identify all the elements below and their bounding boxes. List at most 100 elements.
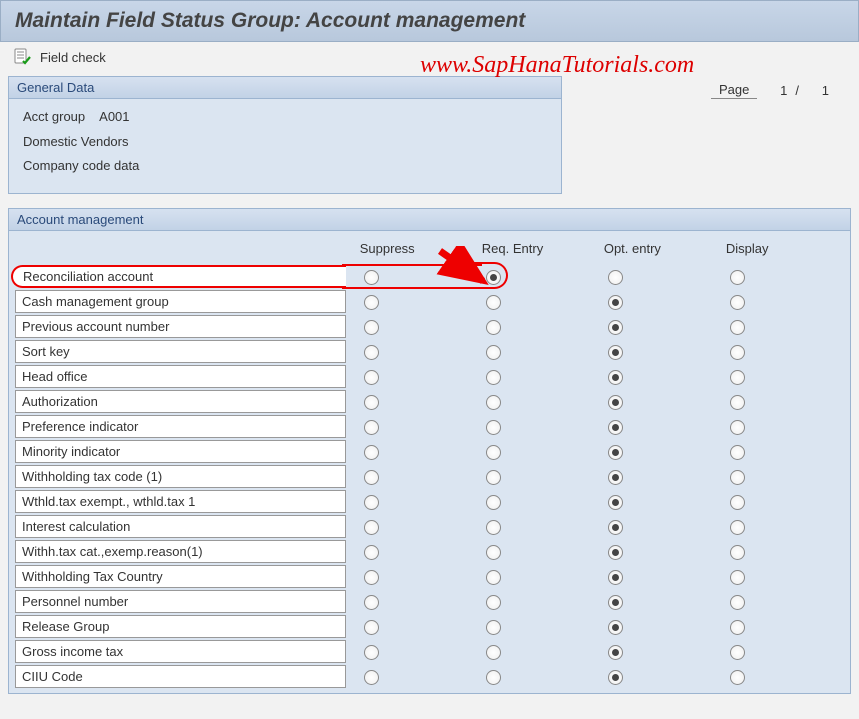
radio-suppress[interactable]	[364, 520, 379, 535]
col-opt-entry: Opt. entry	[600, 235, 722, 264]
col-req-entry: Req. Entry	[478, 235, 600, 264]
radio-req[interactable]	[486, 470, 501, 485]
radio-suppress[interactable]	[364, 570, 379, 585]
toolbar: Field check	[0, 42, 859, 72]
radio-display[interactable]	[730, 470, 745, 485]
field-label: Withh.tax cat.,exemp.reason(1)	[15, 540, 346, 563]
table-row: Previous account number	[15, 314, 844, 339]
radio-suppress[interactable]	[364, 295, 379, 310]
radio-req[interactable]	[486, 295, 501, 310]
radio-display[interactable]	[730, 270, 745, 285]
radio-opt[interactable]	[608, 295, 623, 310]
radio-opt[interactable]	[608, 520, 623, 535]
table-row: Release Group	[15, 614, 844, 639]
radio-suppress[interactable]	[364, 545, 379, 560]
radio-opt[interactable]	[608, 645, 623, 660]
radio-req[interactable]	[486, 520, 501, 535]
page-title: Maintain Field Status Group: Account man…	[0, 0, 859, 42]
radio-opt[interactable]	[608, 670, 623, 685]
radio-opt[interactable]	[608, 595, 623, 610]
radio-req[interactable]	[486, 395, 501, 410]
radio-req[interactable]	[486, 620, 501, 635]
radio-opt[interactable]	[608, 395, 623, 410]
radio-req[interactable]	[486, 370, 501, 385]
acct-group-value: A001	[99, 105, 129, 130]
radio-opt[interactable]	[608, 320, 623, 335]
field-label: Gross income tax	[15, 640, 346, 663]
field-label: Wthld.tax exempt., wthld.tax 1	[15, 490, 346, 513]
radio-opt[interactable]	[608, 620, 623, 635]
radio-opt[interactable]	[608, 370, 623, 385]
radio-display[interactable]	[730, 420, 745, 435]
field-label: Withholding tax code (1)	[15, 465, 346, 488]
table-row: Wthld.tax exempt., wthld.tax 1	[15, 489, 844, 514]
radio-opt[interactable]	[608, 445, 623, 460]
field-label: Head office	[15, 365, 346, 388]
radio-suppress[interactable]	[364, 395, 379, 410]
radio-req[interactable]	[486, 445, 501, 460]
acct-group-label: Acct group	[23, 105, 85, 130]
radio-req[interactable]	[486, 320, 501, 335]
radio-display[interactable]	[730, 645, 745, 660]
account-management-header: Account management	[9, 209, 850, 231]
radio-req[interactable]	[486, 645, 501, 660]
radio-display[interactable]	[730, 445, 745, 460]
table-row: Sort key	[15, 339, 844, 364]
table-row: Head office	[15, 364, 844, 389]
field-status-table: Suppress Req. Entry Opt. entry Display R…	[15, 235, 844, 689]
radio-req[interactable]	[486, 270, 501, 285]
radio-suppress[interactable]	[364, 420, 379, 435]
radio-opt[interactable]	[608, 470, 623, 485]
table-row: Personnel number	[15, 589, 844, 614]
page-current: 1	[765, 83, 787, 98]
radio-req[interactable]	[486, 495, 501, 510]
radio-req[interactable]	[486, 545, 501, 560]
radio-suppress[interactable]	[364, 320, 379, 335]
field-check-button[interactable]: Field check	[40, 50, 106, 65]
radio-suppress[interactable]	[364, 370, 379, 385]
radio-req[interactable]	[486, 345, 501, 360]
radio-suppress[interactable]	[364, 670, 379, 685]
radio-display[interactable]	[730, 520, 745, 535]
radio-opt[interactable]	[608, 270, 623, 285]
radio-suppress[interactable]	[364, 470, 379, 485]
radio-display[interactable]	[730, 395, 745, 410]
radio-suppress[interactable]	[364, 495, 379, 510]
table-row: Authorization	[15, 389, 844, 414]
radio-req[interactable]	[486, 670, 501, 685]
radio-req[interactable]	[486, 570, 501, 585]
page-total: 1	[807, 83, 829, 98]
radio-suppress[interactable]	[364, 445, 379, 460]
radio-opt[interactable]	[608, 495, 623, 510]
radio-opt[interactable]	[608, 420, 623, 435]
radio-display[interactable]	[730, 570, 745, 585]
radio-display[interactable]	[730, 345, 745, 360]
radio-opt[interactable]	[608, 570, 623, 585]
radio-req[interactable]	[486, 420, 501, 435]
radio-opt[interactable]	[608, 345, 623, 360]
radio-display[interactable]	[730, 370, 745, 385]
radio-display[interactable]	[730, 495, 745, 510]
page-indicator: Page 1 / 1	[711, 76, 829, 99]
table-row: Cash management group	[15, 289, 844, 314]
radio-display[interactable]	[730, 320, 745, 335]
col-display: Display	[722, 235, 844, 264]
radio-suppress[interactable]	[364, 645, 379, 660]
radio-suppress[interactable]	[364, 345, 379, 360]
table-row: Gross income tax	[15, 639, 844, 664]
radio-display[interactable]	[730, 595, 745, 610]
radio-suppress[interactable]	[364, 270, 379, 285]
radio-suppress[interactable]	[364, 620, 379, 635]
field-label: Reconciliation account	[11, 265, 346, 288]
table-row: Preference indicator	[15, 414, 844, 439]
radio-display[interactable]	[730, 545, 745, 560]
field-check-icon[interactable]	[14, 48, 32, 66]
radio-req[interactable]	[486, 595, 501, 610]
radio-opt[interactable]	[608, 545, 623, 560]
radio-display[interactable]	[730, 620, 745, 635]
table-row: Withholding tax code (1)	[15, 464, 844, 489]
radio-display[interactable]	[730, 295, 745, 310]
radio-suppress[interactable]	[364, 595, 379, 610]
field-label: CIIU Code	[15, 665, 346, 688]
radio-display[interactable]	[730, 670, 745, 685]
